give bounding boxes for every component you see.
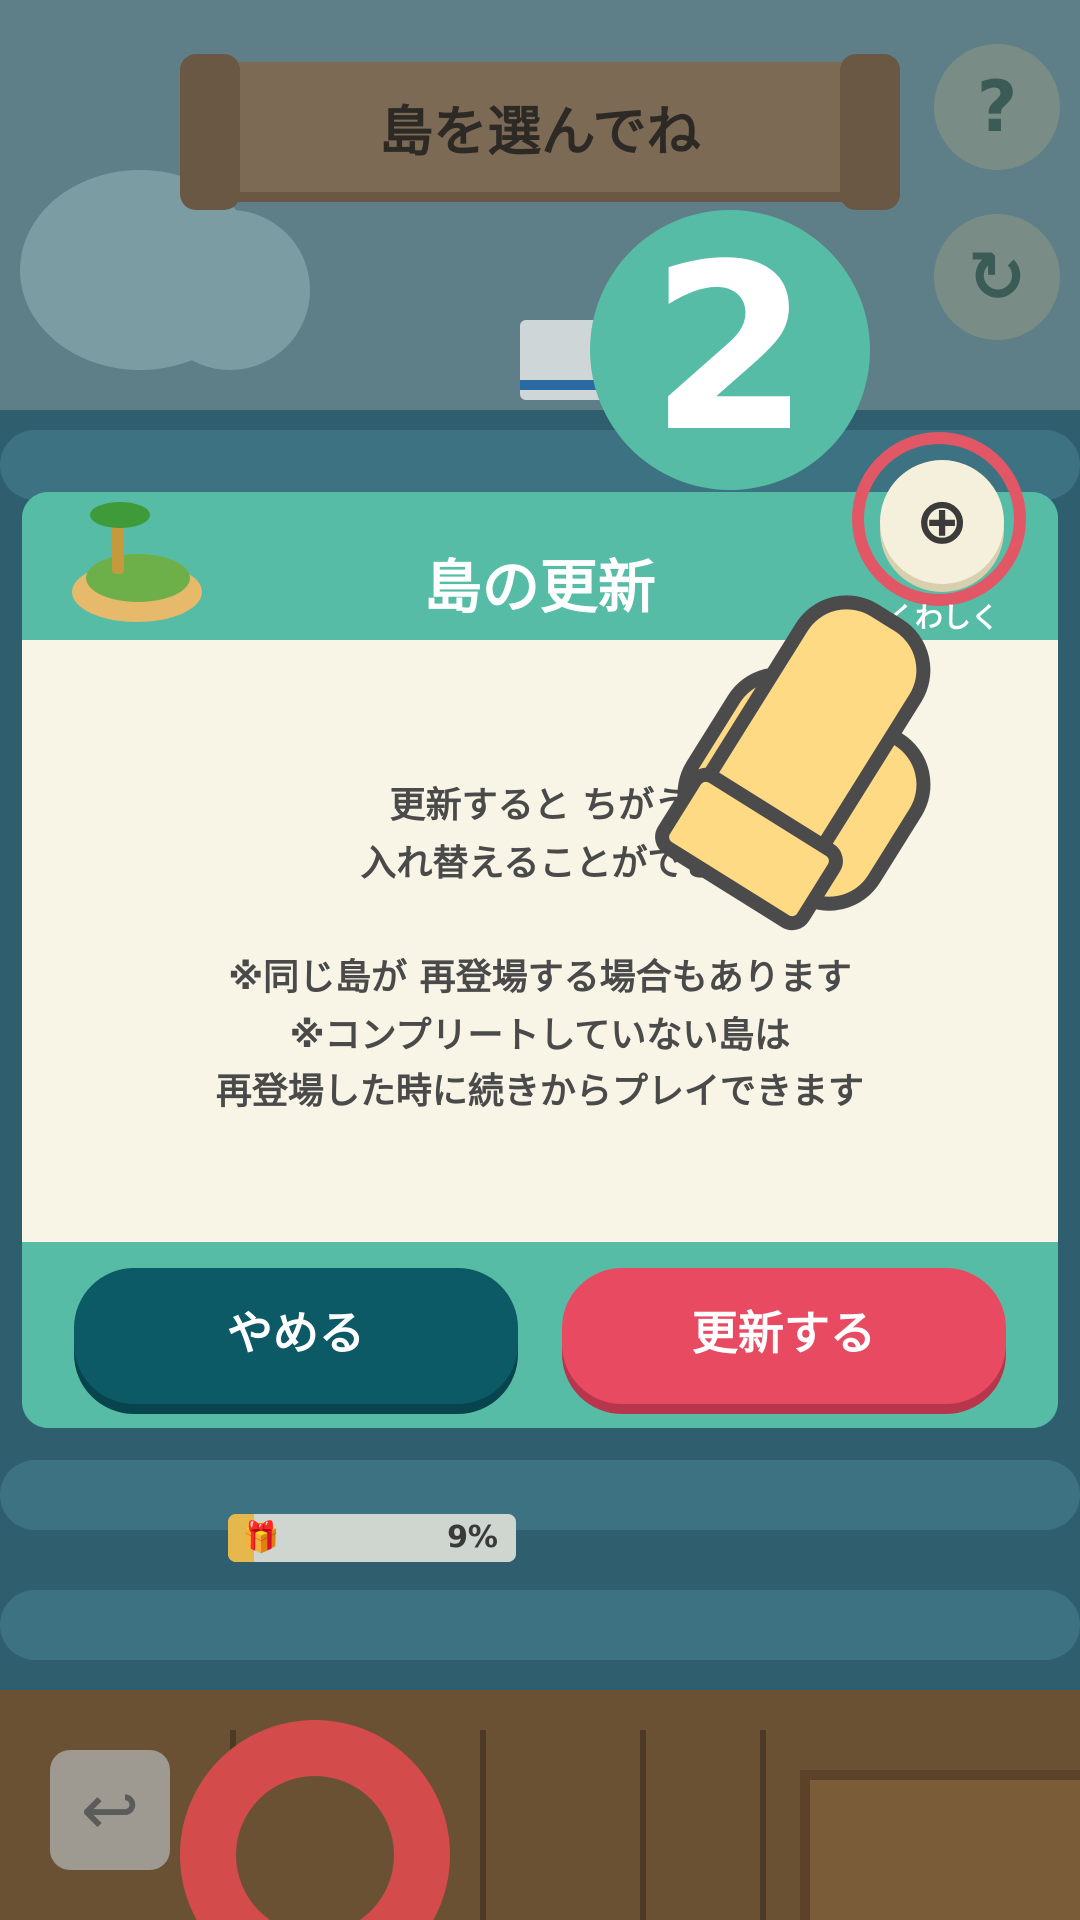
gift-icon: 🎁 (242, 1520, 280, 1555)
wooden-crate (800, 1770, 1080, 1920)
update-button[interactable]: 更新する (562, 1268, 1006, 1404)
refresh-icon: ↻ (967, 236, 1027, 318)
zoom-in-icon: ⊕ (915, 485, 969, 559)
details-button[interactable]: ⊕ (880, 460, 1004, 584)
page-title: 島を選んでね (379, 100, 701, 163)
cancel-button[interactable]: やめる (74, 1268, 518, 1404)
game-screen: 島を選んでね ? ↻ 2 🎁 9% 島の更新 更新すると ちがう 入れ替えること… (0, 0, 1080, 1920)
step-number-badge: 2 (590, 210, 870, 490)
sea-wave (0, 1460, 1080, 1530)
question-icon: ? (976, 66, 1018, 148)
palm-leaves (90, 502, 150, 528)
back-arrow-icon: ↩ (80, 1769, 140, 1851)
progress-percent: 9% (447, 1520, 498, 1555)
sea-wave (0, 1590, 1080, 1660)
back-button[interactable]: ↩ (50, 1750, 170, 1870)
deck-plank (640, 1730, 646, 1920)
refresh-button[interactable]: ↻ (934, 214, 1060, 340)
title-banner: 島を選んでね (180, 54, 900, 210)
dialog-message-line: ※コンプリートしていない島は (289, 1015, 791, 1056)
island-progress-bar: 🎁 9% (228, 1514, 516, 1562)
deck-plank (760, 1730, 766, 1920)
dialog-message-line: 再登場した時に続きからプレイできます (215, 1071, 864, 1112)
deck-plank (480, 1730, 486, 1920)
help-button[interactable]: ? (934, 44, 1060, 170)
step-number: 2 (649, 216, 811, 483)
dialog-message-line: ※同じ島が 再登場する場合もあります (228, 957, 852, 998)
cloud (150, 210, 310, 370)
